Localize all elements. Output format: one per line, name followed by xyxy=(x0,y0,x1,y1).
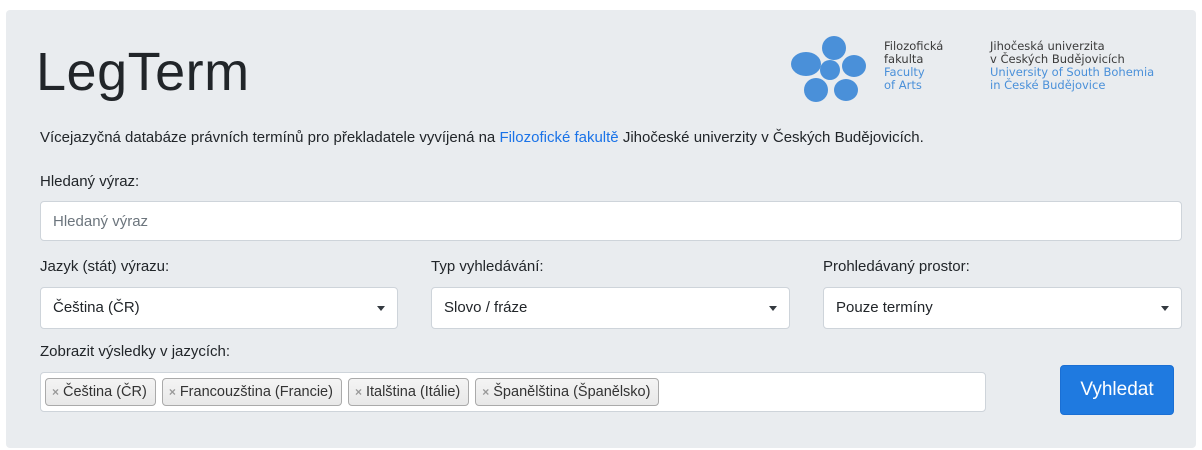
search-label: Hledaný výraz: xyxy=(40,173,140,190)
university-name-en-2: in České Budějovice xyxy=(990,78,1106,92)
language-tag: × Čeština (ČR) xyxy=(45,378,156,406)
remove-tag-icon[interactable]: × xyxy=(52,385,59,399)
chevron-down-icon xyxy=(377,306,385,311)
language-tag: × Francouzština (Francie) xyxy=(161,378,342,406)
intro-description: Vícejazyčná databáze právních termínů pr… xyxy=(40,128,924,148)
scope-label: Prohledávaný prostor: xyxy=(823,258,970,275)
description-text-end: Jihočeské univerzity v Českých Budějovic… xyxy=(618,129,924,146)
search-type-label: Typ vyhledávání: xyxy=(431,258,544,275)
search-button[interactable]: Vyhledat xyxy=(1060,365,1174,415)
scope-select[interactable]: Pouze termíny xyxy=(823,287,1182,329)
remove-tag-icon[interactable]: × xyxy=(169,385,176,399)
faculty-name-en-2: of Arts xyxy=(884,78,922,92)
scope-select-value: Pouze termíny xyxy=(836,299,933,316)
results-languages-label: Zobrazit výsledky v jazycích: xyxy=(40,343,231,360)
chevron-down-icon xyxy=(1161,306,1169,311)
language-select-value: Čeština (ČR) xyxy=(53,299,140,316)
results-languages-multiselect[interactable]: × Čeština (ČR) × Francouzština (Francie)… xyxy=(40,372,986,412)
language-select[interactable]: Čeština (ČR) xyxy=(40,287,398,329)
search-type-select[interactable]: Slovo / fráze xyxy=(431,287,790,329)
faculty-name: Filozofická fakulta Faculty of Arts xyxy=(884,40,943,92)
chevron-down-icon xyxy=(769,306,777,311)
language-tag-label: Španělština (Španělsko) xyxy=(493,384,651,400)
description-text-start: Vícejazyčná databáze právních termínů pr… xyxy=(40,129,500,146)
remove-tag-icon[interactable]: × xyxy=(482,385,489,399)
language-tag-label: Francouzština (Francie) xyxy=(179,384,333,400)
language-tag: × Španělština (Španělsko) xyxy=(475,378,660,406)
university-name: Jihočeská univerzita v Českých Budějovic… xyxy=(990,40,1154,92)
app-title: LegTerm xyxy=(36,42,250,102)
language-tag-label: Čeština (ČR) xyxy=(63,384,147,400)
faculty-link[interactable]: Filozofické fakultě xyxy=(499,129,618,146)
language-tag: × Italština (Itálie) xyxy=(347,378,470,406)
language-label: Jazyk (stát) výrazu: xyxy=(40,258,170,275)
language-tag-label: Italština (Itálie) xyxy=(365,384,461,400)
search-type-select-value: Slovo / fráze xyxy=(444,299,528,316)
remove-tag-icon[interactable]: × xyxy=(355,385,362,399)
faculty-logo-icon xyxy=(791,36,866,102)
search-input[interactable] xyxy=(40,201,1182,241)
